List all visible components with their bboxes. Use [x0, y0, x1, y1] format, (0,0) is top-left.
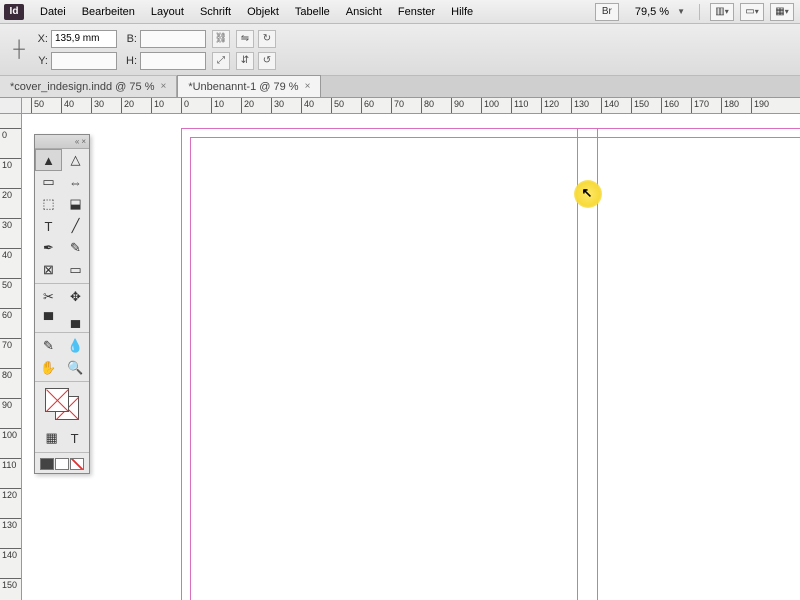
horizontal-ruler[interactable]: 5040302010010203040506070809010011012013… [22, 98, 800, 114]
menu-bearbeiten[interactable]: Bearbeiten [74, 3, 143, 21]
selection-tool[interactable]: ▲ [35, 149, 62, 171]
fill-stroke-swatch[interactable] [35, 384, 89, 426]
menu-schrift[interactable]: Schrift [192, 3, 239, 21]
zoom-value: 79,5 % [629, 4, 675, 20]
page [181, 128, 800, 600]
margin-frame-inner [190, 137, 800, 600]
scissors-tool[interactable]: ✂ [35, 286, 62, 308]
page-tool[interactable]: ▭ [35, 171, 62, 193]
menu-ansicht[interactable]: Ansicht [338, 3, 390, 21]
note-tool[interactable]: ✎ [35, 335, 62, 357]
flip-h-icon[interactable]: ⇋ [236, 30, 254, 48]
content-collector-tool[interactable]: ⬚ [35, 193, 62, 215]
free-transform-tool[interactable]: ✥ [62, 286, 89, 308]
menu-fenster[interactable]: Fenster [390, 3, 443, 21]
menu-layout[interactable]: Layout [143, 3, 192, 21]
fill-none-button[interactable] [70, 458, 84, 470]
menu-objekt[interactable]: Objekt [239, 3, 287, 21]
divider [699, 4, 700, 20]
hand-tool[interactable]: ✋ [35, 357, 62, 379]
pencil-tool[interactable]: ✎ [62, 237, 89, 259]
control-bar: ┼ X: 135,9 mm Y: B: H: ⛓ ⤢ ⇋ ↻ ⇵ ↺ [0, 24, 800, 76]
canvas[interactable] [22, 114, 800, 600]
reference-point-icon[interactable]: ┼ [10, 32, 28, 68]
rectangle-frame-tool[interactable]: ⊠ [35, 259, 62, 281]
collapse-icon[interactable]: « [75, 137, 79, 146]
document-tab-bar: *cover_indesign.indd @ 75 %×*Unbenannt-1… [0, 76, 800, 98]
y-label: Y: [34, 55, 48, 67]
direct-selection-tool[interactable]: △ [62, 149, 89, 171]
view-options-button[interactable]: ▥▾ [710, 3, 734, 21]
document-tab-label: *cover_indesign.indd @ 75 % [10, 81, 154, 93]
close-icon[interactable]: × [160, 81, 166, 92]
pen-tool[interactable]: ✒ [35, 237, 62, 259]
flip-v-icon[interactable]: ⇵ [236, 52, 254, 70]
gradient-feather-tool[interactable]: ▄ [62, 308, 89, 330]
vertical-ruler[interactable]: 0102030405060708090100110120130140150 [0, 114, 22, 600]
tools-panel[interactable]: «× ▲△▭⇔⬚⬓T╱✒✎⊠▭✂✥▀▄✎💧✋🔍▦T [34, 134, 90, 474]
x-label: X: [34, 33, 48, 45]
w-field[interactable] [140, 30, 206, 48]
menu-hilfe[interactable]: Hilfe [443, 3, 481, 21]
type-tool[interactable]: T [35, 215, 62, 237]
bridge-button[interactable]: Br [595, 3, 619, 21]
zoom-tool[interactable]: 🔍 [62, 357, 89, 379]
h-label: H: [123, 55, 137, 67]
tools-panel-header[interactable]: «× [35, 135, 89, 149]
scale-icon[interactable]: ⤢ [212, 52, 230, 70]
zoom-dropdown[interactable]: 79,5 % ▼ [629, 4, 685, 20]
eyedropper-tool[interactable]: 💧 [62, 335, 89, 357]
rotate-ccw-icon[interactable]: ↺ [258, 52, 276, 70]
rotate-cw-icon[interactable]: ↻ [258, 30, 276, 48]
constrain-icon[interactable]: ⛓ [212, 30, 230, 48]
chevron-down-icon: ▼ [677, 7, 685, 16]
y-field[interactable] [51, 52, 117, 70]
rectangle-tool[interactable]: ▭ [62, 259, 89, 281]
close-icon[interactable]: × [81, 137, 86, 146]
menu-datei[interactable]: Datei [32, 3, 74, 21]
screen-mode-button[interactable]: ▭▾ [740, 3, 764, 21]
content-placer-tool[interactable]: ⬓ [62, 193, 89, 215]
ruler-origin[interactable] [0, 98, 22, 114]
arrange-button[interactable]: ▦▾ [770, 3, 794, 21]
app-icon: Id [4, 4, 24, 20]
preview-mode-button[interactable]: T [70, 429, 80, 447]
menu-tabelle[interactable]: Tabelle [287, 3, 338, 21]
h-field[interactable] [140, 52, 206, 70]
gap-tool[interactable]: ⇔ [62, 171, 89, 193]
fill-swatch[interactable] [45, 388, 69, 412]
x-field[interactable]: 135,9 mm [51, 30, 117, 48]
w-label: B: [123, 33, 137, 45]
fill-gradient-button[interactable] [55, 458, 69, 470]
document-tab[interactable]: *Unbenannt-1 @ 79 % × [177, 75, 321, 97]
document-tab[interactable]: *cover_indesign.indd @ 75 % × [0, 76, 177, 97]
close-icon[interactable]: × [305, 81, 311, 92]
menu-bar: Id DateiBearbeitenLayoutSchriftObjektTab… [0, 0, 800, 24]
cursor-highlight [574, 180, 602, 208]
gradient-swatch-tool[interactable]: ▀ [35, 308, 62, 330]
fill-solid-button[interactable] [40, 458, 54, 470]
document-tab-label: *Unbenannt-1 @ 79 % [188, 81, 298, 93]
line-tool[interactable]: ╱ [62, 215, 89, 237]
normal-mode-button[interactable]: ▦ [44, 429, 58, 447]
